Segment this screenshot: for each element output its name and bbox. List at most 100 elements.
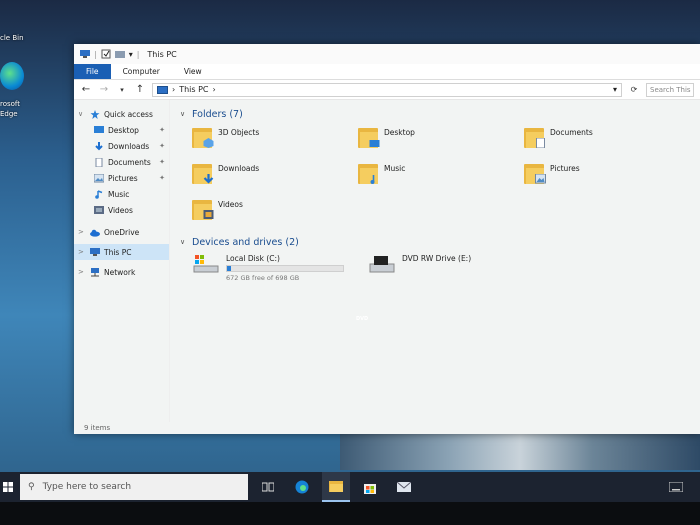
pin-icon: ✦ [159,174,165,182]
content-pane: ∨ Folders (7) 3D Objects Desktop Documen… [170,100,700,422]
edge-icon[interactable] [0,62,24,90]
folder-icon [358,162,378,184]
disk-usage-fill [227,266,232,271]
navigation-pane: ∨ Quick access Desktop ✦ Downloads ✦ Doc… [74,100,170,422]
nav-label-network: Network [104,267,136,277]
taskbar-search-placeholder: Type here to search [42,482,132,492]
chevron-down-icon[interactable]: ∨ [180,238,188,246]
pictures-icon [535,174,546,184]
pin-icon: ✦ [159,142,165,150]
folder-label: Desktop [384,128,415,137]
chevron-down-icon[interactable]: ∨ [180,110,188,118]
search-input[interactable]: Search This PC [646,82,694,97]
tab-file[interactable]: File [74,64,111,79]
nav-item-videos[interactable]: Videos [74,202,169,218]
store-taskbar-button[interactable] [356,472,384,502]
title-bar: | ▾ | This PC [74,44,700,64]
this-pc-icon [80,50,90,58]
download-arrow-icon [95,141,103,150]
drives-group-header[interactable]: ∨ Devices and drives (2) [180,234,690,250]
folder-documents[interactable]: Documents [524,126,690,156]
folder-videos[interactable]: Videos [192,198,358,228]
chevron-down-icon[interactable]: ∨ [78,110,86,118]
properties-icon[interactable] [101,49,111,59]
nav-item-downloads[interactable]: Downloads ✦ [74,138,169,154]
cube-icon [203,138,214,148]
drive-dvd-rw-e[interactable]: DVD RW Drive (E:) [368,254,534,282]
forward-button[interactable]: → [98,84,110,95]
qat-separator-2: | [136,49,140,59]
task-view-icon [262,482,274,492]
nav-quick-access[interactable]: ∨ Quick access [74,106,169,122]
folders-header-label: Folders (7) [192,108,243,120]
drive-local-disk-c[interactable]: Local Disk (C:) 672 GB free of 698 GB [192,254,358,282]
nav-item-music[interactable]: Music [74,186,169,202]
nav-onedrive[interactable]: > OneDrive [74,224,169,240]
taskbar-search-input[interactable]: ⚲ Type here to search [20,474,248,500]
refresh-icon[interactable]: ⟳ [628,85,640,94]
address-separator-2[interactable]: › [213,85,216,94]
music-note-icon [370,175,375,184]
chevron-right-icon[interactable]: > [78,268,86,276]
video-icon [203,210,214,219]
star-icon [90,109,100,119]
nav-label-quick-access: Quick access [104,109,153,119]
disk-usage-bar [226,265,344,272]
folder-music[interactable]: Music [358,162,524,192]
desktop-wallpaper-detail [340,430,700,470]
folder-label: Music [384,164,406,173]
recent-locations-button[interactable]: ▾ [116,86,128,94]
nav-item-desktop[interactable]: Desktop ✦ [74,122,169,138]
nav-label-downloads: Downloads [108,141,150,151]
address-dropdown-icon[interactable]: ▾ [613,85,617,94]
start-button[interactable] [0,472,16,502]
task-view-button[interactable] [254,472,282,502]
network-icon [91,267,99,276]
drive-free-space: 672 GB free of 698 GB [226,274,300,282]
folder-label: 3D Objects [218,128,260,137]
touch-keyboard-button[interactable] [662,472,690,502]
tab-view[interactable]: View [172,64,214,79]
address-input[interactable]: › This PC › ▾ [152,82,622,97]
desktop-icon [369,140,380,147]
folder-pictures[interactable]: Pictures [524,162,690,192]
mail-taskbar-button[interactable] [390,472,418,502]
pin-icon: ✦ [159,158,165,166]
qat-dropdown-icon[interactable]: ▾ [129,50,133,59]
folder-downloads[interactable]: Downloads [192,162,358,192]
chevron-right-icon[interactable]: > [78,228,86,236]
qat-separator: | [94,49,97,59]
nav-network[interactable]: > Network [74,264,169,280]
hard-drive-icon [193,255,219,273]
nav-label-music: Music [108,189,130,199]
document-icon [536,138,545,148]
folder-icon [524,162,546,184]
back-button[interactable]: ← [80,84,92,95]
up-button[interactable]: ↑ [134,84,146,95]
document-icon [95,157,103,167]
nav-label-desktop: Desktop [108,125,139,135]
nav-label-this-pc: This PC [104,247,132,257]
dvd-drive-icon [369,256,395,273]
folders-group-header[interactable]: ∨ Folders (7) [180,106,690,122]
edge-taskbar-button[interactable] [288,472,316,502]
file-explorer-taskbar-button[interactable] [322,472,350,502]
recycle-bin-label[interactable]: cle Bin [0,34,24,42]
nav-this-pc[interactable]: > This PC [74,244,169,260]
folder-label: Downloads [218,164,260,173]
folder-icon [192,126,214,148]
tab-computer[interactable]: Computer [111,64,172,79]
address-separator[interactable]: › [172,85,175,94]
edge-label-2: Edge [0,110,18,118]
folder-desktop[interactable]: Desktop [358,126,524,156]
pictures-icon [94,173,104,182]
desktop-icon [94,125,104,133]
keyboard-icon [669,482,683,492]
address-path[interactable]: This PC [179,85,208,94]
folder-3d-objects[interactable]: 3D Objects [192,126,358,156]
nav-item-documents[interactable]: Documents ✦ [74,154,169,170]
nav-item-pictures[interactable]: Pictures ✦ [74,170,169,186]
chevron-right-icon[interactable]: > [78,248,86,256]
new-folder-icon[interactable] [114,49,125,59]
window-title: This PC [147,49,177,59]
